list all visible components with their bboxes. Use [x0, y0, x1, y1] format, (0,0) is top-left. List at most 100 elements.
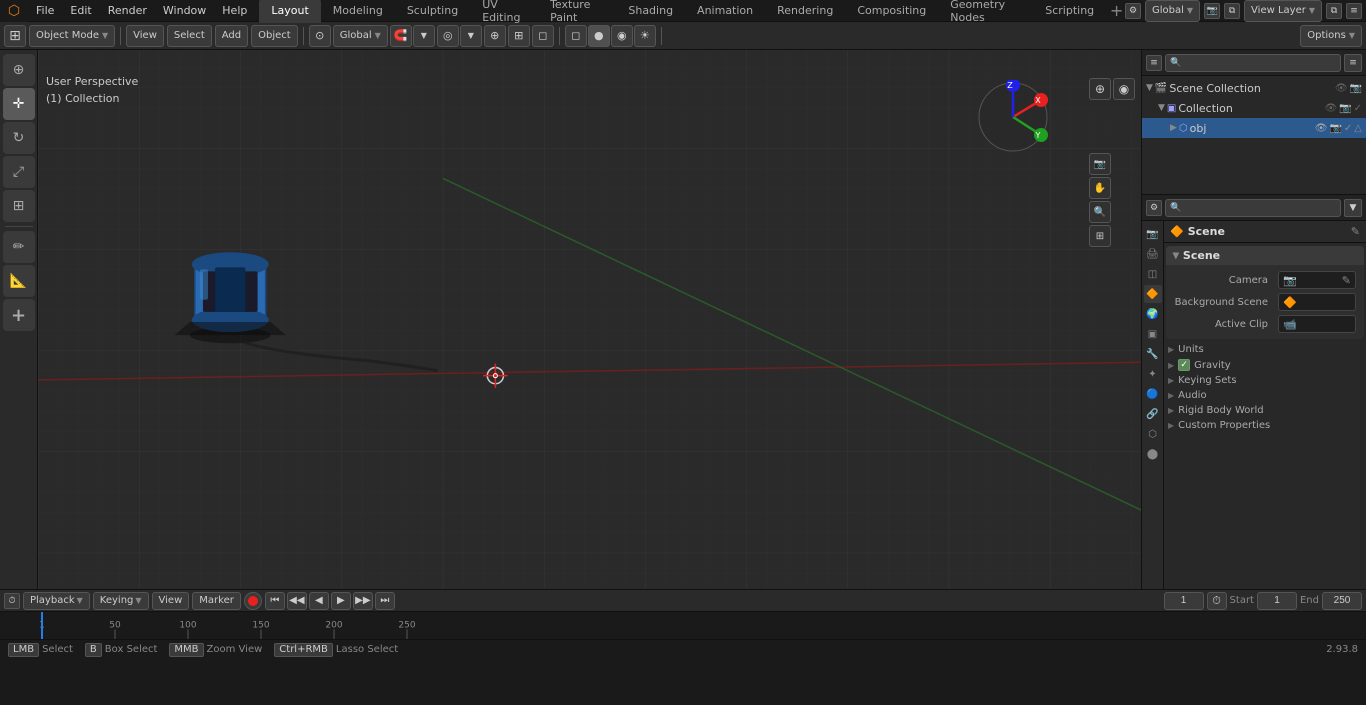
view-layer-settings-icon[interactable]: ⧉ — [1326, 3, 1342, 19]
render-icon[interactable]: 📷 — [1204, 3, 1220, 19]
measure-tool[interactable]: 📐 — [3, 265, 35, 297]
snap-toggle[interactable]: 🧲 — [390, 25, 412, 47]
outliner-editor-type[interactable]: ≡ — [1146, 55, 1162, 71]
tab-layout[interactable]: Layout — [259, 0, 320, 23]
props-scene-icon[interactable]: 🔶 — [1144, 285, 1162, 303]
scene-dropdown[interactable]: Global ▼ — [1145, 0, 1200, 22]
cursor-tool[interactable]: ⊕ — [3, 54, 35, 86]
wireframe-shading[interactable]: ◻ — [565, 25, 587, 47]
props-world-icon[interactable]: 🌍 — [1144, 305, 1162, 323]
viewport-zoom-icon[interactable]: 🔍 — [1089, 201, 1111, 223]
timeline-ruler[interactable]: 1 50 100 150 200 250 — [0, 612, 1366, 639]
timeline-view-menu[interactable]: View — [152, 592, 190, 610]
collection-row[interactable]: ▼ ▣ Collection 👁 📷 ✓ — [1142, 98, 1366, 118]
collection-camera-vis[interactable]: 📷 — [1339, 103, 1351, 114]
props-particles-icon[interactable]: ✦ — [1144, 365, 1162, 383]
rendered-shading[interactable]: ☀ — [634, 25, 656, 47]
marker-menu[interactable]: Marker — [192, 592, 241, 610]
custom-properties-section[interactable]: ▶ Custom Properties — [1164, 418, 1366, 433]
props-object-icon[interactable]: ▣ — [1144, 325, 1162, 343]
proportional-options[interactable]: ▼ — [460, 25, 482, 47]
tab-animation[interactable]: Animation — [685, 0, 765, 23]
proportional-edit[interactable]: ◎ — [437, 25, 459, 47]
background-scene-field[interactable]: 🔶 — [1278, 293, 1356, 311]
current-frame-input[interactable]: 1 — [1164, 592, 1204, 610]
tab-scripting[interactable]: Scripting — [1033, 0, 1106, 23]
obj-camera-vis[interactable]: 📷 — [1329, 123, 1341, 134]
viewport-gizmo-toggle[interactable]: ⊕ — [1089, 78, 1111, 100]
obj-row[interactable]: ▶ ⬡ obj 👁 📷 ✓ △ — [1142, 118, 1366, 138]
show-gizmo-icon[interactable]: ⊕ — [484, 25, 506, 47]
keying-menu[interactable]: Keying ▼ — [93, 592, 149, 610]
filter-icon[interactable]: ≡ — [1346, 3, 1362, 19]
menu-render[interactable]: Render — [100, 0, 155, 21]
props-view-layer-icon[interactable]: ◫ — [1144, 265, 1162, 283]
material-shading[interactable]: ◉ — [611, 25, 633, 47]
camera-edit-icon[interactable]: ✎ — [1342, 274, 1351, 287]
solid-shading[interactable]: ● — [588, 25, 610, 47]
menu-file[interactable]: File — [28, 0, 62, 21]
tab-geometry-nodes[interactable]: Geometry Nodes — [938, 0, 1033, 23]
transform-space[interactable]: Global ▼ — [333, 25, 388, 47]
active-clip-field[interactable]: 📹 — [1278, 315, 1356, 333]
view-layer-dropdown[interactable]: View Layer ▼ — [1244, 0, 1322, 22]
jump-to-start[interactable]: ⏮ — [265, 592, 285, 610]
props-filter-btn[interactable]: ▼ — [1344, 199, 1362, 217]
outliner-search[interactable]: 🔍 — [1165, 54, 1341, 72]
tab-rendering[interactable]: Rendering — [765, 0, 845, 23]
navigation-gizmo[interactable]: X Y Z — [976, 80, 1051, 155]
props-panel-edit[interactable]: ✎ — [1351, 225, 1360, 238]
view-menu[interactable]: View — [126, 25, 164, 47]
gravity-checkbox[interactable]: ✓ — [1178, 359, 1190, 371]
object-menu[interactable]: Object — [251, 25, 298, 47]
fps-clock-icon[interactable]: ⏱ — [1207, 592, 1227, 610]
scene-collection-row[interactable]: ▼ 🎬 Scene Collection 👁 📷 — [1142, 78, 1366, 98]
move-tool[interactable]: ✛ — [3, 88, 35, 120]
props-physics-icon[interactable]: 🔵 — [1144, 385, 1162, 403]
add-object-tool[interactable]: + — [3, 299, 35, 331]
blender-logo-icon[interactable]: ⬡ — [0, 0, 28, 22]
editor-type-icon[interactable]: ⊞ — [4, 25, 26, 47]
properties-search-input[interactable]: 🔍 — [1165, 199, 1341, 217]
obj-eye[interactable]: 👁 — [1315, 123, 1328, 134]
record-button[interactable] — [244, 592, 262, 610]
tab-sculpting[interactable]: Sculpting — [395, 0, 470, 23]
outliner-filter-btn[interactable]: ≡ — [1344, 54, 1362, 72]
viewport-hand-icon[interactable]: ✋ — [1089, 177, 1111, 199]
copy-scene-icon[interactable]: ⧉ — [1224, 3, 1240, 19]
play-forward[interactable]: ▶ — [331, 592, 351, 610]
rigid-body-world-section[interactable]: ▶ Rigid Body World — [1164, 403, 1366, 418]
scene-settings-icon[interactable]: ⚙ — [1125, 3, 1141, 19]
props-material-icon[interactable]: ⬤ — [1144, 445, 1162, 463]
tab-shading[interactable]: Shading — [616, 0, 685, 23]
scene-section-header[interactable]: ▶ Scene — [1166, 246, 1364, 265]
start-frame-input[interactable]: 1 — [1257, 592, 1297, 610]
scene-collection-render[interactable]: 📷 — [1350, 83, 1362, 94]
props-constraints-icon[interactable]: 🔗 — [1144, 405, 1162, 423]
add-menu[interactable]: Add — [215, 25, 248, 47]
tab-modeling[interactable]: Modeling — [321, 0, 395, 23]
options-dropdown[interactable]: Options ▼ — [1300, 25, 1362, 47]
props-render-icon[interactable]: 📷 — [1144, 225, 1162, 243]
obj-select-vis[interactable]: ✓ — [1344, 123, 1352, 134]
units-section[interactable]: ▶ Units — [1164, 342, 1366, 357]
show-overlays-icon[interactable]: ⊞ — [508, 25, 530, 47]
camera-field[interactable]: 📷 ✎ — [1278, 271, 1356, 289]
transform-origin-icon[interactable]: ⊙ — [309, 25, 331, 47]
prev-keyframe[interactable]: ◀◀ — [287, 592, 307, 610]
viewport-frame-icon[interactable]: ⊞ — [1089, 225, 1111, 247]
menu-help[interactable]: Help — [214, 0, 255, 21]
props-modifier-icon[interactable]: 🔧 — [1144, 345, 1162, 363]
rotate-tool[interactable]: ↻ — [3, 122, 35, 154]
scale-tool[interactable]: ⤢ — [3, 156, 35, 188]
playback-menu[interactable]: Playback ▼ — [23, 592, 90, 610]
props-data-icon[interactable]: ⬡ — [1144, 425, 1162, 443]
viewport-overlay-toggle[interactable]: ◉ — [1113, 78, 1135, 100]
xray-icon[interactable]: ◻ — [532, 25, 554, 47]
scene-collection-eye[interactable]: 👁 — [1335, 83, 1348, 94]
obj-extra-icon[interactable]: △ — [1354, 123, 1362, 134]
properties-editor-type[interactable]: ⚙ — [1146, 200, 1162, 216]
tab-compositing[interactable]: Compositing — [845, 0, 938, 23]
next-keyframe[interactable]: ▶▶ — [353, 592, 373, 610]
collection-eye[interactable]: 👁 — [1324, 103, 1337, 114]
